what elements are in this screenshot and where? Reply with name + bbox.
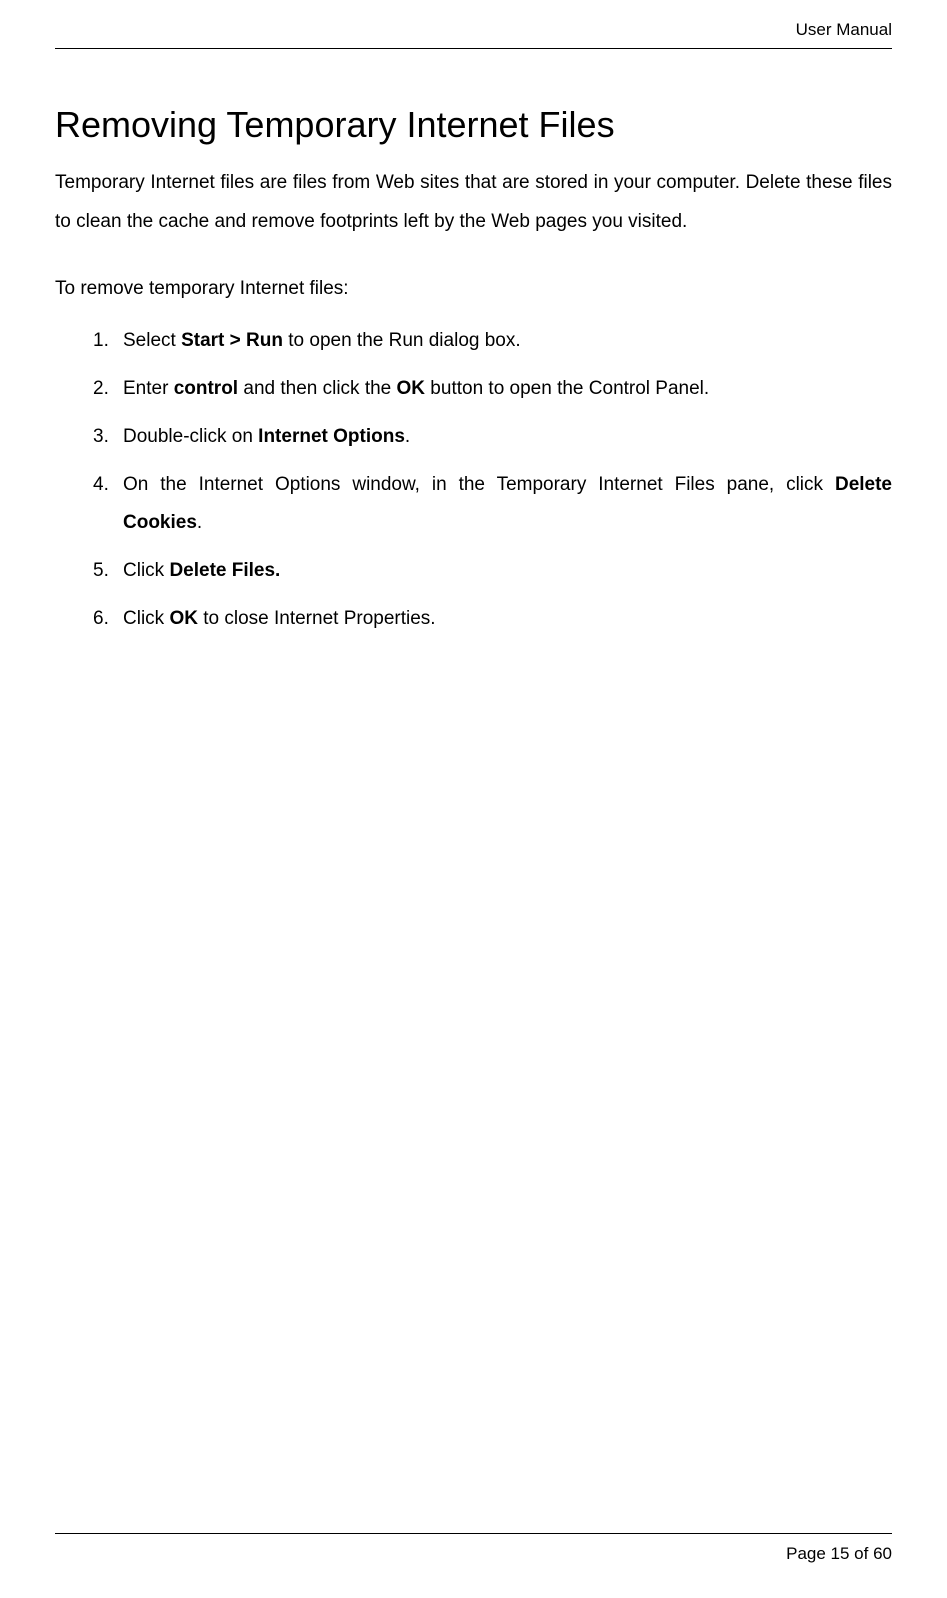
step-text: to open the Run dialog box. bbox=[283, 330, 521, 351]
page-title: Removing Temporary Internet Files bbox=[55, 104, 892, 146]
list-item: 4. On the Internet Options window, in th… bbox=[93, 466, 892, 542]
step-bold: OK bbox=[397, 378, 426, 399]
step-number: 3. bbox=[93, 418, 109, 456]
step-bold: Internet Options bbox=[258, 426, 405, 447]
step-number: 6. bbox=[93, 600, 109, 638]
step-bold: control bbox=[174, 378, 238, 399]
step-text: Click bbox=[123, 560, 169, 581]
step-text: button to open the Control Panel. bbox=[425, 378, 709, 399]
list-item: 2. Enter control and then click the OK b… bbox=[93, 370, 892, 408]
step-number: 2. bbox=[93, 370, 109, 408]
list-item: 5. Click Delete Files. bbox=[93, 552, 892, 590]
step-number: 4. bbox=[93, 466, 109, 504]
step-text: Enter bbox=[123, 378, 174, 399]
step-text: . bbox=[405, 426, 410, 447]
step-text: to close Internet Properties. bbox=[198, 608, 436, 629]
step-bold: Delete Files. bbox=[169, 560, 280, 581]
step-text: and then click the bbox=[238, 378, 396, 399]
page-header: User Manual bbox=[55, 20, 892, 49]
step-number: 5. bbox=[93, 552, 109, 590]
step-text: Select bbox=[123, 330, 181, 351]
step-text: Double-click on bbox=[123, 426, 258, 447]
doc-title: User Manual bbox=[796, 20, 892, 39]
step-text: . bbox=[197, 512, 202, 533]
step-text: Click bbox=[123, 608, 169, 629]
step-bold: Start > Run bbox=[181, 330, 283, 351]
list-item: 1. Select Start > Run to open the Run di… bbox=[93, 322, 892, 360]
step-text: On the Internet Options window, in the T… bbox=[123, 474, 835, 495]
step-bold: OK bbox=[169, 608, 198, 629]
steps-list: 1. Select Start > Run to open the Run di… bbox=[93, 322, 892, 638]
step-number: 1. bbox=[93, 322, 109, 360]
intro-paragraph: Temporary Internet files are files from … bbox=[55, 164, 892, 242]
subheading: To remove temporary Internet files: bbox=[55, 270, 892, 308]
page-footer: Page 15 of 60 bbox=[55, 1533, 892, 1564]
list-item: 3. Double-click on Internet Options. bbox=[93, 418, 892, 456]
list-item: 6. Click OK to close Internet Properties… bbox=[93, 600, 892, 638]
page-number-label: Page 15 of 60 bbox=[786, 1544, 892, 1563]
